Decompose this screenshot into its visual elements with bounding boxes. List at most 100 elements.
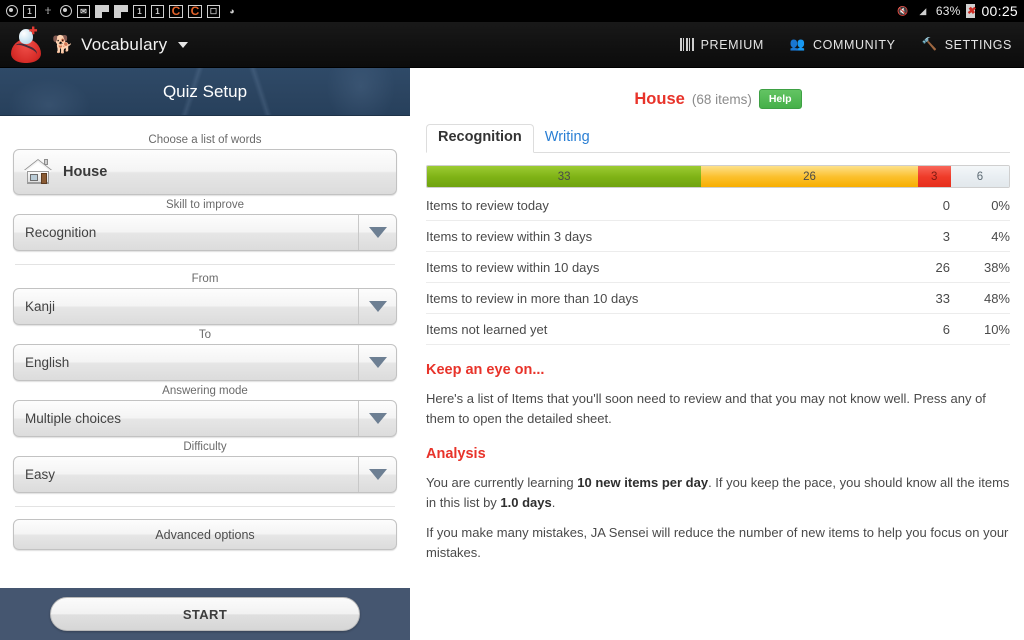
house-icon <box>24 159 52 185</box>
wifi-icon: ◢ <box>919 5 927 16</box>
analysis-days-value: 1.0 days <box>500 495 552 511</box>
chevron-down-icon[interactable] <box>358 401 396 436</box>
analysis-new-items-value: 10 new items per day <box>577 475 709 491</box>
analysis-p1-part-a: You are currently learning <box>426 475 578 491</box>
table-row[interactable]: Items not learned yet 6 10% <box>426 313 1010 345</box>
answering-mode-field-label: Answering mode <box>162 385 248 397</box>
row-percent: 10% <box>950 313 1010 345</box>
app-screen: 1 ☥ ✉ 1 1 C C ☐ ◕ 🔇 ◢ 63% ✖ 00:25 ✚ 🐕 Vo… <box>0 0 1024 640</box>
row-count: 6 <box>880 313 950 345</box>
answering-mode-value: Multiple choices <box>25 411 122 426</box>
quiz-setup-panel: Quiz Setup Choose a list of words House … <box>0 68 410 640</box>
analysis-p1-part-e: . <box>551 495 556 511</box>
table-row[interactable]: Items to review within 3 days 3 4% <box>426 220 1010 252</box>
mute-icon: 🔇 <box>897 5 909 16</box>
row-label: Items not learned yet <box>426 313 880 345</box>
flag-icon <box>95 4 109 18</box>
progress-segment-soon: 26 <box>701 166 918 187</box>
quiz-setup-form: Choose a list of words House Skill to im… <box>0 116 410 588</box>
clipboard-icon: ☐ <box>207 4 220 18</box>
table-row[interactable]: Items to review today 0 0% <box>426 190 1010 221</box>
help-button[interactable]: Help <box>758 88 802 110</box>
status-bar-clock: 00:25 <box>981 3 1018 19</box>
row-percent: 38% <box>950 251 1010 283</box>
list-field-label: Choose a list of words <box>148 134 262 146</box>
quiz-setup-title: Quiz Setup <box>162 81 248 101</box>
clock-icon <box>6 5 18 17</box>
row-count: 0 <box>880 190 950 221</box>
advanced-options-wrap: Advanced options <box>13 515 397 550</box>
dog-icon: 🐕 <box>52 35 74 54</box>
skill-to-improve-value: Recognition <box>25 225 97 240</box>
menu-item-community[interactable]: 👥 COMMUNITY <box>790 37 896 52</box>
word-list-value: House <box>63 164 108 180</box>
row-label: Items to review in more than 10 days <box>426 282 880 314</box>
detail-tabs: Recognition Writing <box>426 123 1010 153</box>
barcode-icon <box>679 38 694 51</box>
analysis-heading: Analysis <box>426 446 486 463</box>
action-bar-left[interactable]: ✚ 🐕 Vocabulary <box>8 26 189 64</box>
table-row[interactable]: Items to review within 10 days 26 38% <box>426 251 1010 283</box>
tab-writing[interactable]: Writing <box>534 125 601 152</box>
form-divider-1 <box>15 264 395 265</box>
chevron-down-icon[interactable] <box>358 215 396 250</box>
list-detail-panel: House (68 items) Help Recognition Writin… <box>410 68 1024 640</box>
headphones-icon: ◕ <box>229 5 235 16</box>
c-icon-2: C <box>188 4 202 18</box>
android-status-bar: 1 ☥ ✉ 1 1 C C ☐ ◕ 🔇 ◢ 63% ✖ 00:25 <box>0 0 1024 22</box>
to-select[interactable]: English <box>13 344 397 381</box>
mail-icon: ✉ <box>77 4 90 18</box>
detail-header: House (68 items) Help <box>426 84 1010 114</box>
analysis-paragraph-2: If you make many mistakes, JA Sensei wil… <box>426 524 1009 560</box>
start-bar: START <box>0 588 410 640</box>
stats-table: Items to review today 0 0% Items to revi… <box>426 190 1010 345</box>
menu-item-premium[interactable]: PREMIUM <box>679 38 764 52</box>
battery-percent-label: 63% <box>935 4 961 18</box>
keep-an-eye-on-heading: Keep an eye on... <box>426 362 545 378</box>
progress-segment-learned: 33 <box>427 166 702 187</box>
chevron-down-icon[interactable] <box>358 345 396 380</box>
from-select[interactable]: Kanji <box>13 288 397 325</box>
word-list-selector[interactable]: House <box>13 149 397 195</box>
from-field-label: From <box>191 273 219 285</box>
status-bar-notification-icons: 1 ☥ ✉ 1 1 C C ☐ ◕ <box>6 4 239 18</box>
analysis-paragraph-1: You are currently learning 10 new items … <box>426 473 1010 513</box>
flag-icon-2 <box>114 4 128 18</box>
form-divider-2 <box>15 506 395 507</box>
wrench-icon: 🔨 <box>921 37 938 51</box>
from-value: Kanji <box>25 299 56 314</box>
badge-one-icon: 1 <box>23 4 36 18</box>
skill-field-label: Skill to improve <box>166 199 244 211</box>
badge-one-icon-2: 1 <box>133 4 146 18</box>
action-bar-title[interactable]: Vocabulary <box>81 35 167 55</box>
chevron-down-icon[interactable] <box>178 41 189 48</box>
clock-icon-2 <box>60 5 72 17</box>
ja-sensei-logo[interactable]: ✚ <box>8 26 44 64</box>
difficulty-value: Easy <box>25 467 56 482</box>
progress-bar: 33 26 3 6 <box>426 165 1010 188</box>
menu-item-settings[interactable]: 🔨 SETTINGS <box>922 37 1012 52</box>
answering-mode-select[interactable]: Multiple choices <box>13 400 397 437</box>
advanced-options-button[interactable]: Advanced options <box>13 519 397 550</box>
skill-to-improve-select[interactable]: Recognition <box>13 214 397 251</box>
table-row[interactable]: Items to review in more than 10 days 33 … <box>426 282 1010 314</box>
action-bar: ✚ 🐕 Vocabulary PREMIUM 👥 COMMUNITY 🔨 SET… <box>0 22 1024 68</box>
chevron-down-icon[interactable] <box>358 457 396 492</box>
chevron-down-icon[interactable] <box>358 289 396 324</box>
keep-an-eye-on-text: Here's a list of Items that you'll soon … <box>426 391 986 427</box>
item-count-label: (68 items) <box>691 91 752 107</box>
tab-recognition[interactable]: Recognition <box>426 124 534 153</box>
row-percent: 48% <box>950 282 1010 314</box>
row-count: 3 <box>880 220 950 252</box>
start-button[interactable]: START <box>50 597 360 631</box>
quiz-setup-header: Quiz Setup <box>0 68 410 116</box>
row-label: Items to review today <box>426 190 880 221</box>
row-percent: 0% <box>950 190 1010 221</box>
row-label: Items to review within 3 days <box>426 220 880 252</box>
row-label: Items to review within 10 days <box>426 251 880 283</box>
difficulty-select[interactable]: Easy <box>13 456 397 493</box>
row-count: 26 <box>880 251 950 283</box>
people-icon: 👥 <box>789 37 807 51</box>
usb-icon: ☥ <box>44 5 52 16</box>
to-field-label: To <box>198 329 212 341</box>
